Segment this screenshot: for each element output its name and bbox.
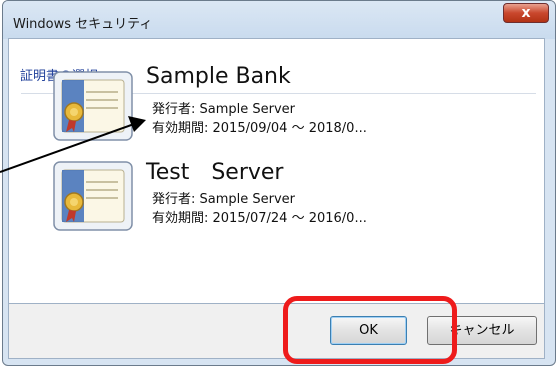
certificate-name: Sample Bank (146, 64, 291, 89)
certificate-validity: 有効期間: 2015/07/24 ～ 2016/0... (152, 211, 367, 226)
highlight-box (283, 296, 457, 364)
certificate-item-test-server[interactable]: Test Server 発行者: Sample Server 有効期間: 201… (52, 154, 512, 238)
certificate-issuer: 発行者: Sample Server (152, 102, 296, 117)
title-bar: Windows セキュリティ x (3, 1, 555, 39)
dialog-footer: OK キャンセル (8, 304, 545, 359)
certificate-icon (53, 161, 133, 231)
window-title: Windows セキュリティ (13, 17, 153, 32)
close-button[interactable]: x (503, 3, 549, 23)
certificate-issuer: 発行者: Sample Server (152, 192, 296, 207)
certificate-name: Test Server (146, 160, 284, 185)
certificate-validity: 有効期間: 2015/09/04 ～ 2018/0... (152, 121, 367, 136)
certificate-icon (53, 71, 133, 141)
certificate-item-sample-bank[interactable]: Sample Bank 発行者: Sample Server 有効期間: 201… (52, 64, 512, 148)
